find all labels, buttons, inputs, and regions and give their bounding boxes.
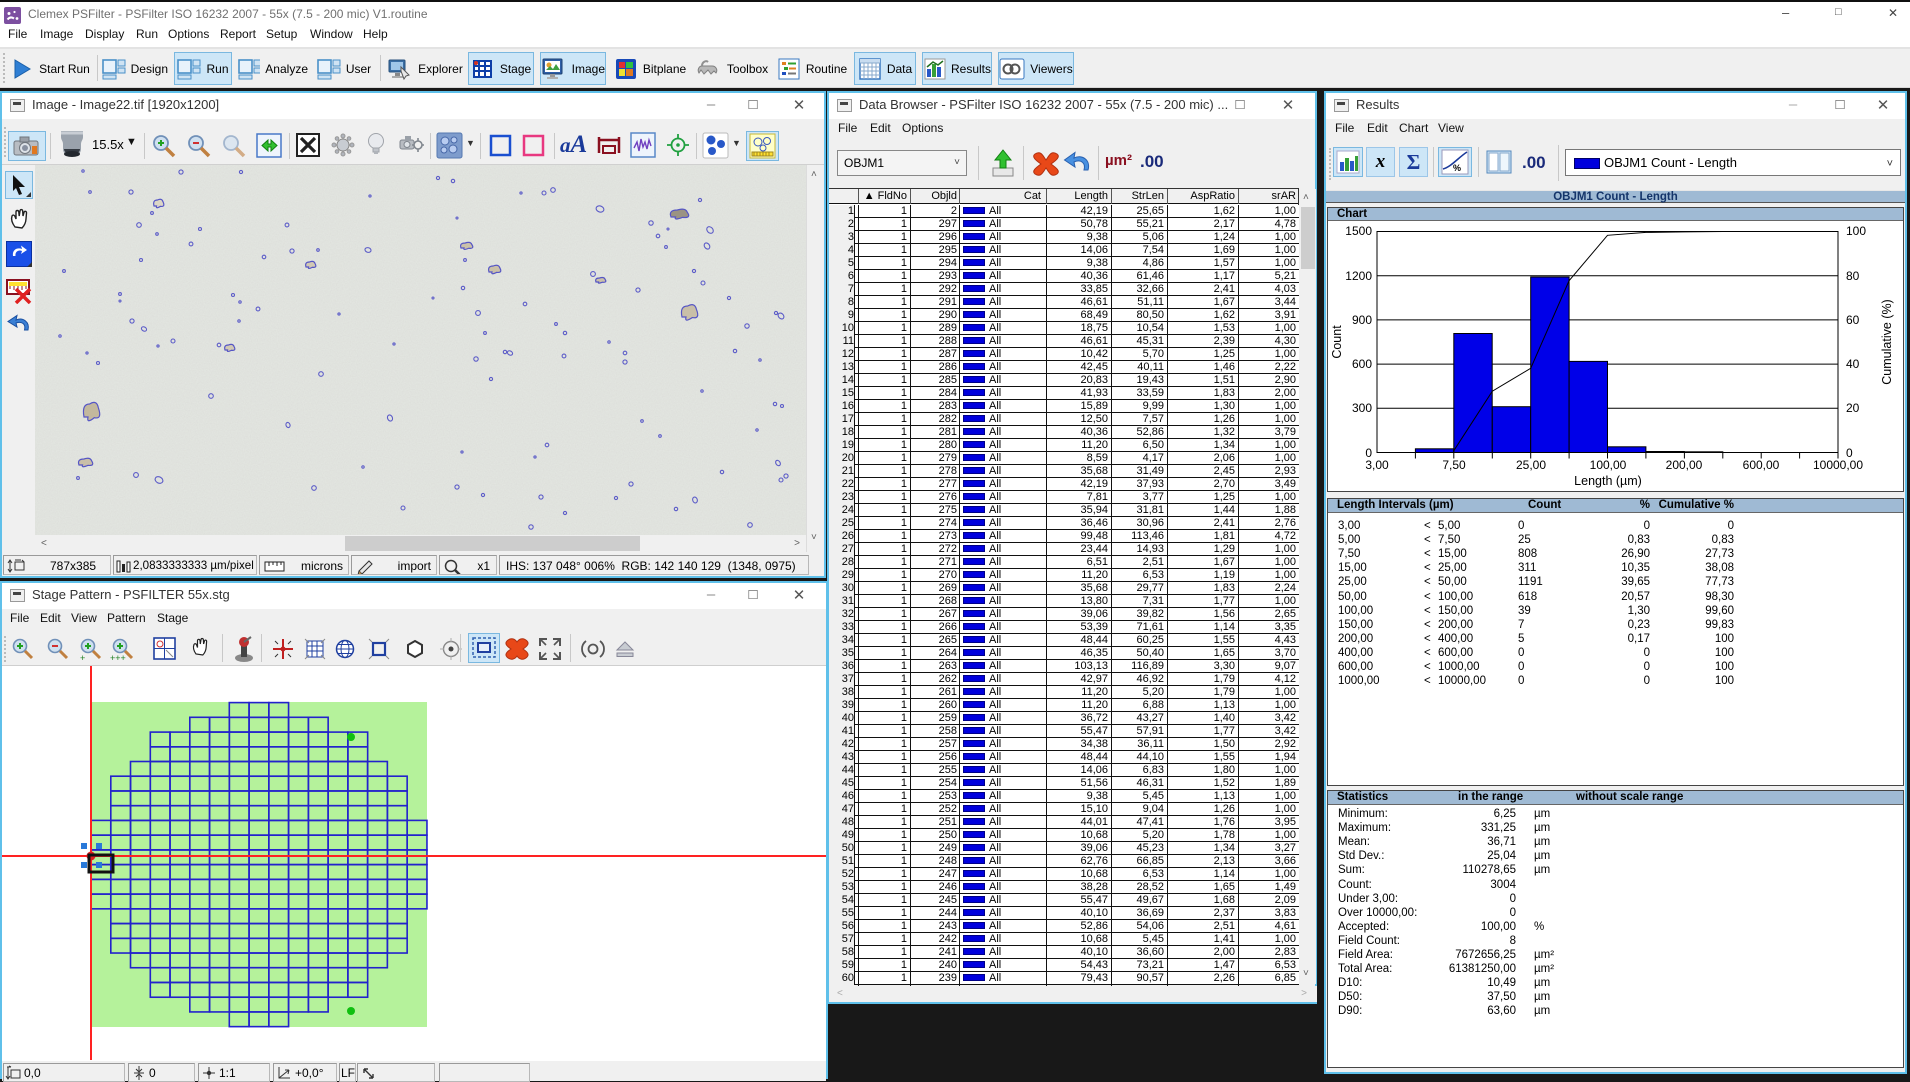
- svg-text:Count: Count: [1330, 325, 1344, 359]
- svg-text:3,00: 3,00: [1365, 458, 1389, 472]
- svg-text:600,00: 600,00: [1743, 458, 1780, 472]
- svg-text:0: 0: [1846, 446, 1853, 460]
- svg-text:Cumulative (%): Cumulative (%): [1880, 299, 1894, 384]
- svg-text:300: 300: [1352, 401, 1372, 415]
- svg-text:10000,00: 10000,00: [1813, 458, 1863, 472]
- svg-text:60: 60: [1846, 313, 1860, 327]
- svg-text:+++: +++: [110, 653, 126, 662]
- svg-text:1500: 1500: [1345, 224, 1372, 238]
- svg-text:1200: 1200: [1345, 269, 1372, 283]
- svg-text:900: 900: [1352, 313, 1372, 327]
- svg-text:%: %: [1453, 163, 1461, 173]
- svg-text:25,00: 25,00: [1516, 458, 1546, 472]
- svg-text:80: 80: [1846, 269, 1860, 283]
- svg-text:40: 40: [1846, 357, 1860, 371]
- svg-text:7,50: 7,50: [1442, 458, 1466, 472]
- svg-text:Length (µm): Length (µm): [1574, 474, 1642, 488]
- svg-text:600: 600: [1352, 357, 1372, 371]
- svg-text:100,00: 100,00: [1590, 458, 1627, 472]
- svg-text:20: 20: [1846, 401, 1860, 415]
- svg-text:200,00: 200,00: [1666, 458, 1703, 472]
- svg-text:+: +: [80, 653, 85, 662]
- svg-text:0: 0: [1365, 446, 1372, 460]
- svg-text:100: 100: [1846, 224, 1866, 238]
